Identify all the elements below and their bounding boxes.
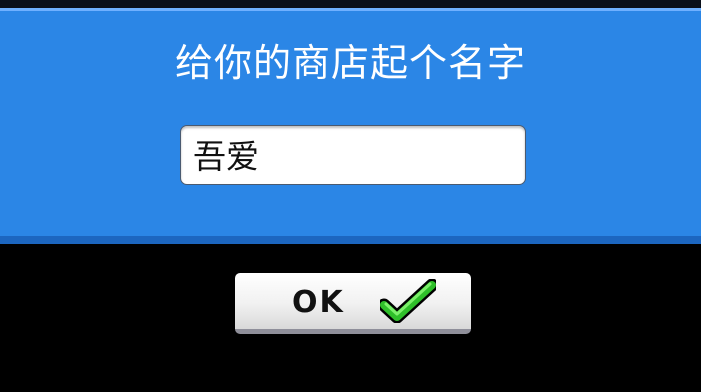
- top-edge: [0, 0, 701, 8]
- dialog-title: 给你的商店起个名字: [174, 41, 526, 85]
- store-name-input[interactable]: [180, 125, 526, 185]
- ok-button-label: OK: [292, 285, 345, 320]
- check-icon: [380, 279, 436, 323]
- ok-button[interactable]: OK: [235, 273, 471, 334]
- game-screen: 给你的商店起个名字 吾爱 OK: [0, 0, 701, 392]
- dialog-bottom-edge: [0, 236, 701, 244]
